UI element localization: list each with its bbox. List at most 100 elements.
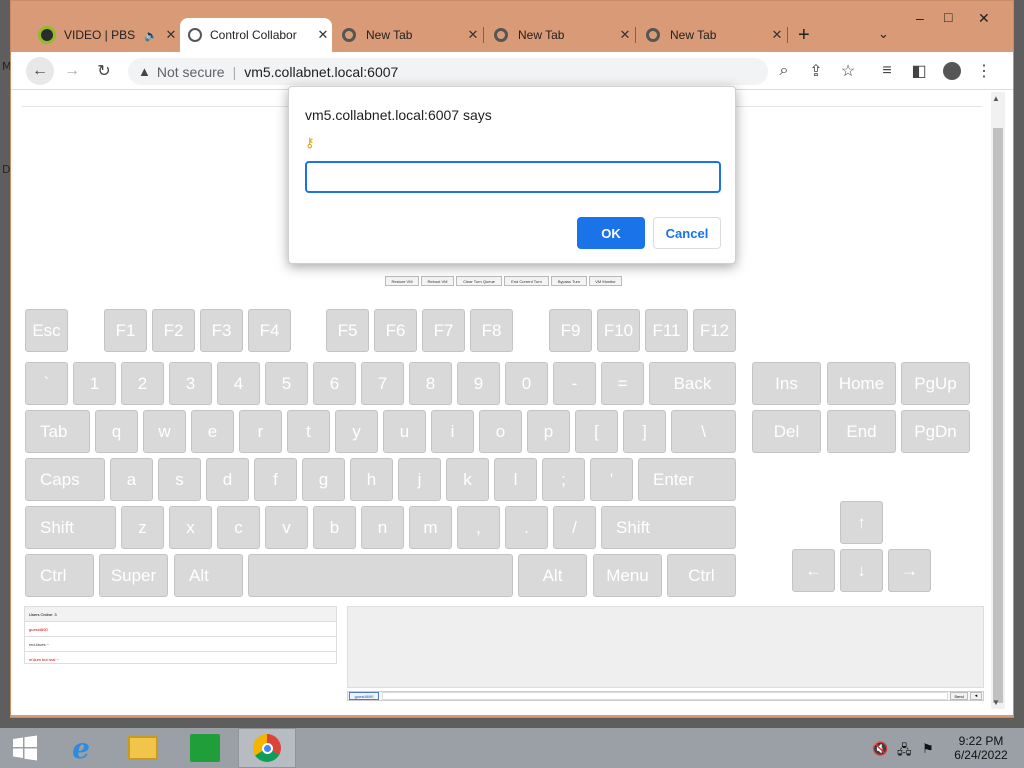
- key-right-ctrl[interactable]: Ctrl: [667, 554, 736, 597]
- key-end[interactable]: End: [827, 410, 896, 453]
- key-menu[interactable]: Menu: [593, 554, 662, 597]
- chat-input[interactable]: [382, 692, 948, 700]
- key-a[interactable]: a: [110, 458, 153, 501]
- file-explorer-icon[interactable]: [120, 728, 166, 768]
- key-f4[interactable]: F4: [248, 309, 291, 352]
- cancel-button[interactable]: Cancel: [653, 217, 721, 249]
- key-space[interactable]: [248, 554, 513, 597]
- restore-vm-button[interactable]: Restore VM: [385, 276, 419, 286]
- key-f9[interactable]: F9: [549, 309, 592, 352]
- menu-kebab-icon[interactable]: ⋮: [970, 57, 998, 85]
- chat-options-button[interactable]: ◂: [970, 692, 982, 700]
- key-backslash[interactable]: \: [671, 410, 736, 453]
- zoom-icon[interactable]: ⌕: [770, 57, 798, 85]
- key-caps-lock[interactable]: Caps: [25, 458, 105, 501]
- key-1[interactable]: 1: [73, 362, 116, 405]
- tab-new-tab[interactable]: New Tab ✕: [486, 18, 634, 52]
- key-k[interactable]: k: [446, 458, 489, 501]
- key-y[interactable]: y: [335, 410, 378, 453]
- key-p[interactable]: p: [527, 410, 570, 453]
- key-esc[interactable]: Esc: [25, 309, 68, 352]
- user-list-item[interactable]: red-faces ~: [25, 637, 336, 652]
- profile-icon[interactable]: [938, 57, 966, 85]
- user-list-item[interactable]: guest4690: [25, 622, 336, 637]
- clock[interactable]: 9:22 PM 6/24/2022: [946, 734, 1016, 762]
- close-icon[interactable]: ✕: [768, 27, 786, 43]
- key-minus[interactable]: -: [553, 362, 596, 405]
- key-0[interactable]: 0: [505, 362, 548, 405]
- close-window-button[interactable]: ✕: [978, 10, 990, 27]
- key-4[interactable]: 4: [217, 362, 260, 405]
- key-delete[interactable]: Del: [752, 410, 821, 453]
- key-f2[interactable]: F2: [152, 309, 195, 352]
- reload-icon[interactable]: ↻: [90, 57, 118, 85]
- internet-explorer-icon[interactable]: e: [58, 728, 104, 768]
- forward-arrow-icon[interactable]: →: [58, 57, 86, 85]
- volume-muted-icon[interactable]: 🔇: [872, 741, 888, 757]
- key-i[interactable]: i: [431, 410, 474, 453]
- close-icon[interactable]: ✕: [314, 27, 332, 43]
- key-f5[interactable]: F5: [326, 309, 369, 352]
- key-c[interactable]: c: [217, 506, 260, 549]
- new-tab-button[interactable]: +: [798, 24, 810, 47]
- back-arrow-icon[interactable]: ←: [26, 57, 54, 85]
- key-period[interactable]: .: [505, 506, 548, 549]
- key-arrow-up[interactable]: ↑: [840, 501, 883, 544]
- key-arrow-down[interactable]: ↓: [840, 549, 883, 592]
- key-t[interactable]: t: [287, 410, 330, 453]
- ok-button[interactable]: OK: [577, 217, 645, 249]
- key-2[interactable]: 2: [121, 362, 164, 405]
- key-right-shift[interactable]: Shift: [601, 506, 736, 549]
- key-left-shift[interactable]: Shift: [25, 506, 116, 549]
- key-super[interactable]: Super: [99, 554, 168, 597]
- key-left-bracket[interactable]: [: [575, 410, 618, 453]
- chrome-icon[interactable]: [238, 728, 296, 768]
- key-l[interactable]: l: [494, 458, 537, 501]
- user-list-item[interactable]: m'dum but real ~: [25, 652, 336, 667]
- key-f1[interactable]: F1: [104, 309, 147, 352]
- key-e[interactable]: e: [191, 410, 234, 453]
- key-5[interactable]: 5: [265, 362, 308, 405]
- share-icon[interactable]: ⇪: [802, 57, 830, 85]
- key-d[interactable]: d: [206, 458, 249, 501]
- key-m[interactable]: m: [409, 506, 452, 549]
- scrollbar-thumb[interactable]: [993, 128, 1003, 703]
- close-icon[interactable]: ✕: [616, 27, 634, 43]
- key-page-down[interactable]: PgDn: [901, 410, 970, 453]
- tab-pbs[interactable]: VIDEO | PBS 🔈 ✕: [30, 18, 180, 52]
- key-slash[interactable]: /: [553, 506, 596, 549]
- key-quote[interactable]: ': [590, 458, 633, 501]
- key-j[interactable]: j: [398, 458, 441, 501]
- tab-new-tab[interactable]: New Tab ✕: [638, 18, 786, 52]
- key-7[interactable]: 7: [361, 362, 404, 405]
- start-icon[interactable]: [2, 728, 48, 768]
- key-v[interactable]: v: [265, 506, 308, 549]
- key-r[interactable]: r: [239, 410, 282, 453]
- network-icon[interactable]: 🖧: [897, 741, 912, 763]
- username-button[interactable]: guest4690: [349, 692, 379, 700]
- key-arrow-right[interactable]: →: [888, 549, 931, 592]
- scroll-down-arrow-icon[interactable]: ▼: [992, 698, 1000, 707]
- key-6[interactable]: 6: [313, 362, 356, 405]
- key-page-up[interactable]: PgUp: [901, 362, 970, 405]
- key-semicolon[interactable]: ;: [542, 458, 585, 501]
- key-right-alt[interactable]: Alt: [518, 554, 587, 597]
- key-f10[interactable]: F10: [597, 309, 640, 352]
- action-center-icon[interactable]: ⚑: [922, 741, 934, 757]
- key-backspace[interactable]: Back: [649, 362, 736, 405]
- key-f7[interactable]: F7: [422, 309, 465, 352]
- media-control-icon[interactable]: ≡: [873, 57, 901, 85]
- close-icon[interactable]: ✕: [162, 27, 180, 43]
- key-insert[interactable]: Ins: [752, 362, 821, 405]
- bypass-turn-button[interactable]: Bypass Turn: [551, 276, 587, 286]
- tab-new-tab[interactable]: New Tab ✕: [334, 18, 482, 52]
- store-icon[interactable]: [182, 728, 228, 768]
- tab-search-chevron-icon[interactable]: ⌄: [878, 26, 889, 42]
- key-x[interactable]: x: [169, 506, 212, 549]
- key-f3[interactable]: F3: [200, 309, 243, 352]
- address-bar[interactable]: ▲ Not secure | vm5.collabnet.local:6007: [128, 58, 768, 85]
- key-f8[interactable]: F8: [470, 309, 513, 352]
- scroll-up-arrow-icon[interactable]: ▲: [992, 94, 1000, 103]
- key-backtick[interactable]: `: [25, 362, 68, 405]
- key-left-alt[interactable]: Alt: [174, 554, 243, 597]
